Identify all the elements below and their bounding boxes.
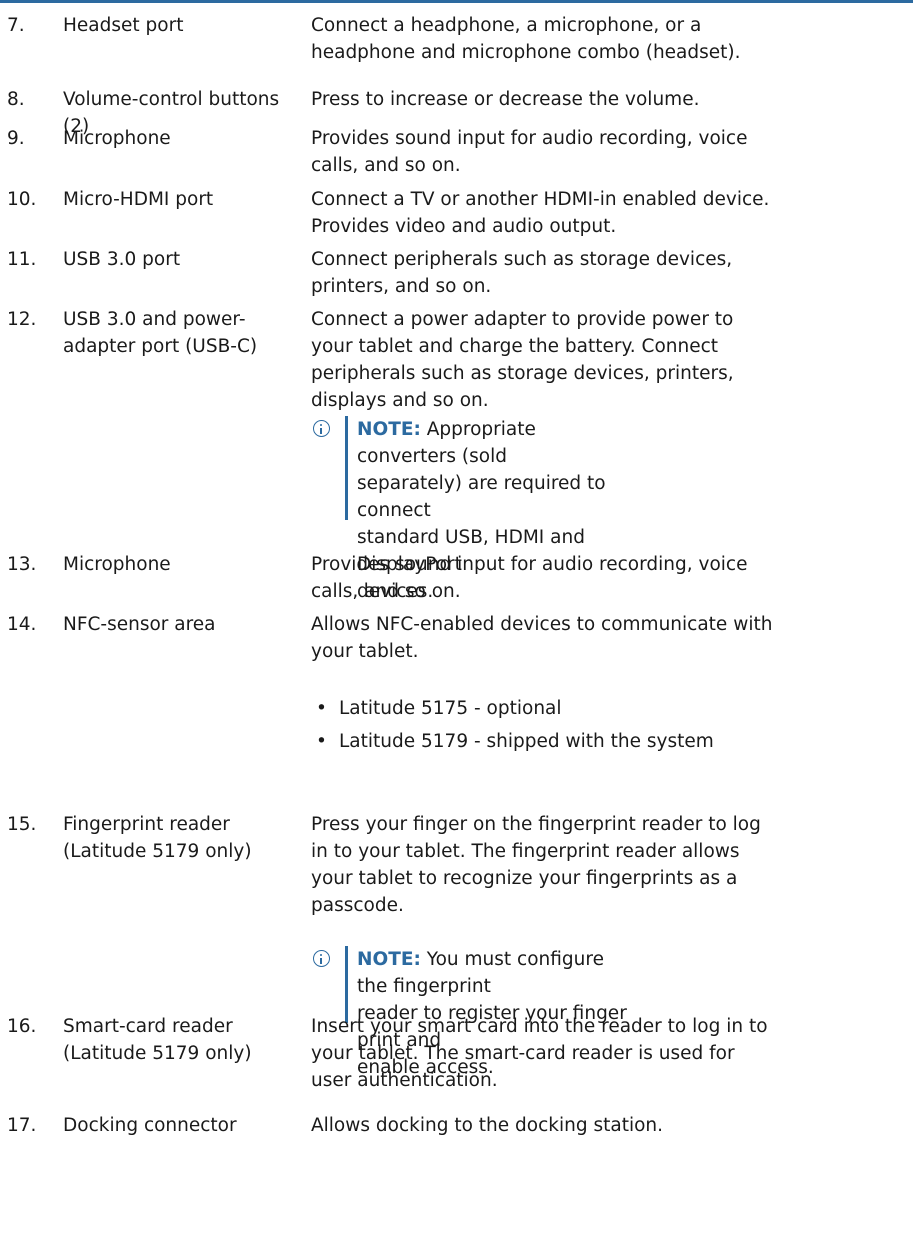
info-circle-icon	[313, 950, 330, 967]
item-description: Press to increase or decrease the volume…	[311, 89, 700, 110]
note-box: NOTE: Appropriate converters (sold separ…	[311, 416, 911, 602]
item-number: 7.	[7, 15, 25, 36]
item-name: Microphone	[63, 554, 171, 575]
note-divider	[345, 946, 348, 1023]
item-description: Connect a headphone, a microphone, or a …	[311, 15, 741, 63]
item-number: 13.	[7, 554, 37, 575]
item-number: 14.	[7, 614, 37, 635]
item-description: Insert your smart card into the reader t…	[311, 1016, 768, 1091]
item-name: Docking connector	[63, 1115, 237, 1136]
item-description: Connect a power adapter to provide power…	[311, 309, 734, 411]
item-name: Smart-card reader (Latitude 5179 only)	[63, 1016, 252, 1064]
item-description: Connect peripherals such as storage devi…	[311, 249, 733, 297]
bullet-icon: •	[316, 731, 327, 752]
item-description: Press your finger on the fingerprint rea…	[311, 814, 761, 916]
item-number: 15.	[7, 814, 37, 835]
bullet-list: • Latitude 5175 - optional • Latitude 5179 …	[311, 695, 911, 761]
item-number: 8.	[7, 89, 25, 110]
top-rule	[0, 0, 913, 3]
item-description: Allows NFC-enabled devices to communicat…	[311, 614, 773, 662]
note-box: NOTE: You must configure the fingerprint…	[311, 946, 911, 1078]
bullet-icon: •	[316, 698, 327, 719]
note-label: NOTE:	[357, 419, 421, 440]
item-name: USB 3.0 port	[63, 249, 181, 270]
item-description: Provides sound input for audio recording…	[311, 554, 748, 602]
note-label: NOTE:	[357, 949, 421, 970]
item-number: 9.	[7, 128, 25, 149]
bullet-text: Latitude 5175 - optional	[339, 698, 562, 719]
item-description: Connect a TV or another HDMI-in enabled …	[311, 189, 770, 237]
item-number: 16.	[7, 1016, 37, 1037]
note-divider	[345, 416, 348, 520]
item-number: 11.	[7, 249, 37, 270]
item-name: Fingerprint reader (Latitude 5179 only)	[63, 814, 252, 862]
item-description: Provides sound input for audio recording…	[311, 128, 748, 176]
info-circle-icon	[313, 420, 330, 437]
item-number: 17.	[7, 1115, 37, 1136]
item-name: Headset port	[63, 15, 184, 36]
item-number: 12.	[7, 309, 37, 330]
item-name: NFC-sensor area	[63, 614, 216, 635]
item-number: 10.	[7, 189, 37, 210]
item-name: Microphone	[63, 128, 171, 149]
list-item: • Latitude 5175 - optional	[311, 695, 911, 722]
list-item: • Latitude 5179 - shipped with the system	[311, 728, 911, 755]
item-description: Allows docking to the docking station.	[311, 1115, 664, 1136]
item-name: USB 3.0 and power- adapter port (USB-C)	[63, 309, 258, 357]
item-name: Micro-HDMI port	[63, 189, 214, 210]
bullet-text: Latitude 5179 - shipped with the system	[339, 731, 714, 752]
